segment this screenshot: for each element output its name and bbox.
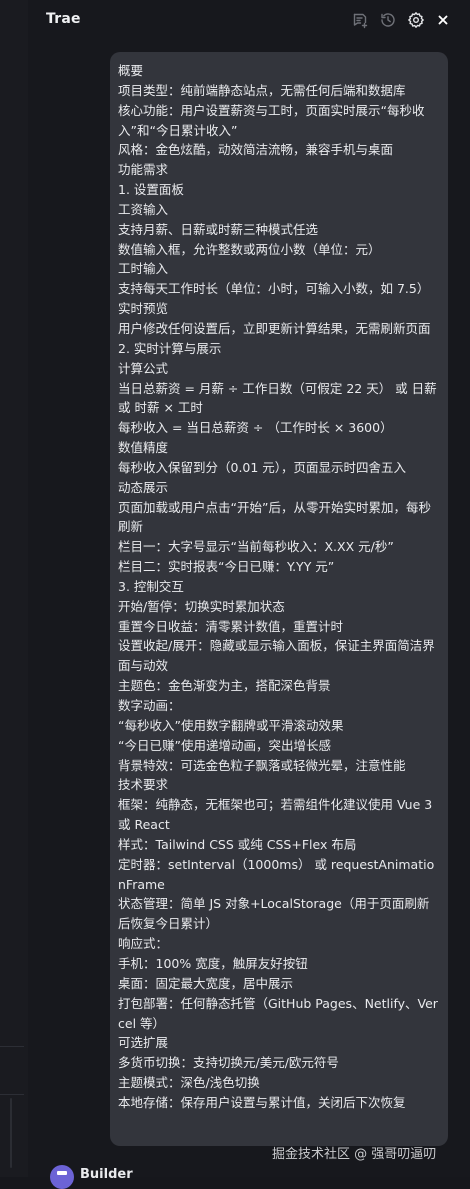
close-icon[interactable] xyxy=(434,11,452,29)
message-line: 工时输入 xyxy=(118,261,169,277)
sender-name: Builder xyxy=(80,1167,133,1182)
message-line: 工资输入 xyxy=(118,201,169,217)
watermark: 掘金技术社区 @ 强哥叨逼叨 xyxy=(272,1147,437,1162)
message-line: 主题色：金色渐变为主，搭配深色背景 xyxy=(118,678,331,694)
builder-avatar xyxy=(50,1165,74,1189)
message-line: 支持每天工作时长（单位：小时，可输入小数，如 7.5） xyxy=(118,281,430,297)
message-line: 2. 实时计算与展示 xyxy=(118,340,222,356)
message-line: 概要 xyxy=(118,63,144,78)
panel-title: Trae xyxy=(46,11,81,27)
message-line: 页面加载或用户点击“开始”后，从零开始实时累加，每秒刷新 xyxy=(118,499,431,535)
message-line: 支持月薪、日薪或时薪三种模式任选 xyxy=(118,221,319,237)
message-line: “每秒收入”使用数字翻牌或平滑滚动效果 xyxy=(118,717,344,733)
message-line: 开始/暂停：切换实时累加状态 xyxy=(118,598,285,614)
message-line: 框架：纯静态，无框架也可；若需组件化建议使用 Vue 3 或 React xyxy=(118,797,433,833)
message-line: 定时器：setInterval（1000ms） 或 requestAnimati… xyxy=(118,856,435,892)
chat-panel: Trae 概要 项目类型：纯前端静态站点，无需任何后端和数据库 核心功能：用户设… xyxy=(28,0,470,1189)
message-line: 计算公式 xyxy=(118,360,169,376)
message-line: 用户修改任何设置后，立即更新计算结果，无需刷新页面 xyxy=(118,320,431,336)
message-line: 数字动画： xyxy=(118,698,181,713)
message-line: 背景特效：可选金色粒子飘落或轻微光晕，注意性能 xyxy=(118,757,406,773)
message-line: 多货币切换：支持切换元/美元/欧元符号 xyxy=(118,1055,339,1071)
add-chat-icon[interactable] xyxy=(351,11,369,29)
message-line: 桌面：固定最大宽度，居中展示 xyxy=(118,975,294,991)
divider xyxy=(0,1046,24,1047)
gear-icon[interactable] xyxy=(407,11,425,29)
message-line: 设置收起/展开：隐藏或显示输入面板，保证主界面简洁界面与动效 xyxy=(118,638,435,674)
divider xyxy=(0,1094,24,1095)
message-line: 每秒收入 = 当日总薪资 ÷ （工作时长 × 3600） xyxy=(118,420,393,436)
message-line: 1. 设置面板 xyxy=(118,182,184,198)
message-line: 项目类型：纯前端静态站点，无需任何后端和数据库 xyxy=(118,82,406,98)
message-line: 数值输入框，允许整数或两位小数（单位：元） xyxy=(118,241,381,257)
message-line: 功能需求 xyxy=(118,162,169,178)
message-line: 3. 控制交互 xyxy=(118,578,184,594)
message-line: 动态展示 xyxy=(118,479,169,495)
panel-header: Trae xyxy=(28,0,470,40)
message-line: 可选扩展 xyxy=(118,1035,169,1051)
user-message-bubble: 概要 项目类型：纯前端静态站点，无需任何后端和数据库 核心功能：用户设置薪资与工… xyxy=(110,52,448,1146)
message-line: 状态管理：简单 JS 对象+LocalStorage（用于页面刷新后恢复今日累计… xyxy=(118,896,430,932)
message-line: 样式：Tailwind CSS 或纯 CSS+Flex 布局 xyxy=(118,836,357,852)
message-line: 实时预览 xyxy=(118,301,169,317)
message-line: 栏目二：实时报表“今日已赚：Y.YY 元” xyxy=(118,559,335,575)
message-line: 技术要求 xyxy=(118,777,169,793)
message-line: 响应式： xyxy=(118,936,169,952)
builder-logo-icon xyxy=(57,1171,67,1175)
message-line: 重置今日收益：清零累计数值，重置计时 xyxy=(118,618,344,634)
message-line: 栏目一：大字号显示“当前每秒收入：X.XX 元/秒” xyxy=(118,539,394,555)
message-line: 本地存储：保存用户设置与累计值，关闭后下次恢复 xyxy=(118,1094,406,1110)
message-line: 主题模式：深色/浅色切换 xyxy=(118,1075,260,1091)
left-sidebar-strip xyxy=(0,0,29,1177)
message-line: 当日总薪资 = 月薪 ÷ 工作日数（可假定 22 天） 或 日薪 或 时薪 × … xyxy=(118,380,437,416)
message-line: 核心功能：用户设置薪资与工时，页面实时展示“每秒收入”和“今日累计收入” xyxy=(118,102,425,138)
history-icon[interactable] xyxy=(379,11,397,29)
message-line: “今日已赚”使用递增动画，突出增长感 xyxy=(118,737,331,753)
message-line: 手机：100% 宽度，触屏友好按钮 xyxy=(118,955,308,971)
message-line: 数值精度 xyxy=(118,440,169,456)
message-line: 风格：金色炫酷，动效简洁流畅，兼容手机与桌面 xyxy=(118,142,394,158)
scrollbar[interactable] xyxy=(10,1098,12,1168)
message-line: 打包部署：任何静态托管（GitHub Pages、Netlify、Vercel … xyxy=(118,995,438,1031)
message-line: 每秒收入保留到分（0.01 元），页面显示时四舍五入 xyxy=(118,459,407,475)
